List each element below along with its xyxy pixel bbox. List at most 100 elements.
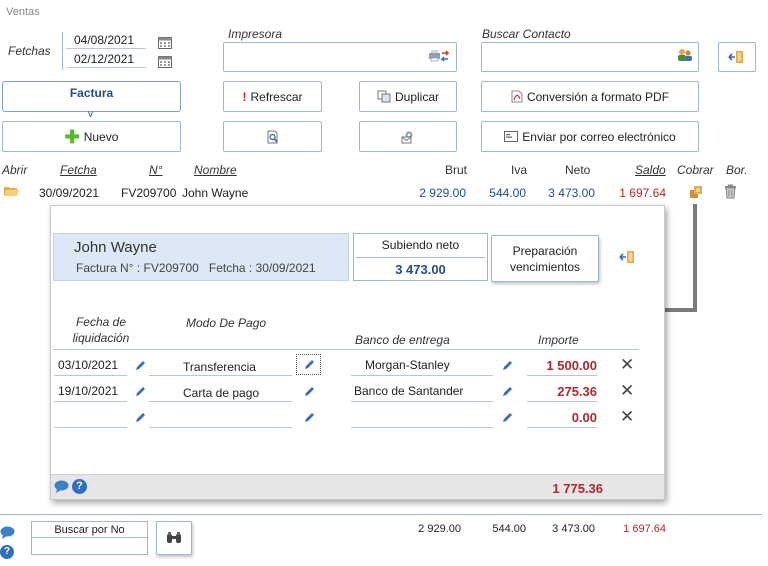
edit-pencil-icon[interactable] xyxy=(134,412,146,424)
delete-row-icon[interactable]: ✕ xyxy=(620,356,634,373)
panel-footer: ? 1 775.36 xyxy=(51,474,664,499)
col-saldo[interactable]: Saldo xyxy=(635,163,666,177)
new-button[interactable]: ✚ Nuevo xyxy=(2,121,181,152)
col-delete: Bor. xyxy=(726,163,748,177)
edit-pencil-icon[interactable] xyxy=(303,386,315,398)
schedule-row: 19/10/2021 Carta de pago Banco de Santan… xyxy=(51,378,666,404)
subtotal-value: 3 473.00 xyxy=(395,262,446,277)
contacts-icon[interactable] xyxy=(677,48,693,62)
exit-button[interactable] xyxy=(718,42,756,72)
schedule-mode-input[interactable]: Transferencia xyxy=(149,352,292,376)
date-from-value: 04/08/2021 xyxy=(74,33,135,47)
edit-pencil-icon[interactable] xyxy=(134,386,146,398)
email-button[interactable]: Enviar por correo electrónico xyxy=(481,121,699,152)
duplicate-icon xyxy=(377,90,391,103)
col-number[interactable]: N° xyxy=(149,163,162,177)
pdf-convert-button[interactable]: Conversión a formato PDF xyxy=(481,81,699,112)
row-name: John Wayne xyxy=(182,186,249,200)
schedule-amount-value: 275.36 xyxy=(557,384,597,399)
printer-swap-icon[interactable] xyxy=(428,49,450,63)
schedule-row: 0.00 ✕ xyxy=(51,404,666,430)
pdf-icon xyxy=(511,90,523,103)
edit-pencil-icon[interactable] xyxy=(303,412,315,424)
edit-pencil-icon xyxy=(305,360,314,369)
col-brut: Brut xyxy=(445,163,468,177)
refresh-button[interactable]: ! Refrescar xyxy=(223,81,322,112)
doc-type-select[interactable]: Factura xyxy=(2,81,181,112)
header-divider xyxy=(53,349,639,350)
schedule-mode-input[interactable] xyxy=(149,404,292,428)
schedule-amount-input[interactable]: 1 500.00 xyxy=(527,352,597,376)
edit-pencil-icon[interactable] xyxy=(501,412,513,424)
schedule-bank-value: Morgan-Stanley xyxy=(365,358,450,372)
delete-row-icon[interactable]: ✕ xyxy=(620,408,634,425)
panel-col-bank: Banco de entrega xyxy=(355,333,450,347)
gear-envelope-icon xyxy=(401,131,413,143)
schedule-mode-input[interactable]: Carta de pago xyxy=(149,378,292,402)
doc-type-chevron-icon[interactable]: v xyxy=(88,109,93,120)
date-to-input[interactable]: 02/12/2021 xyxy=(66,52,146,68)
schedule-mode-value: Transferencia xyxy=(183,360,256,374)
help-icon[interactable]: ? xyxy=(72,479,87,494)
contact-search-input[interactable] xyxy=(481,42,699,72)
edit-pencil-icon[interactable] xyxy=(501,386,513,398)
search-by-number-input[interactable] xyxy=(32,538,147,554)
col-open: Abrir xyxy=(2,163,28,177)
col-date[interactable]: Fetcha xyxy=(60,163,97,177)
print-preview-button[interactable] xyxy=(223,121,322,152)
panel-invoice-line: Factura N° : FV209700 Fetcha : 30/09/202… xyxy=(76,261,316,275)
collect-coins-icon[interactable] xyxy=(688,184,704,199)
panel-exit-icon[interactable] xyxy=(619,250,637,264)
printer-input[interactable] xyxy=(223,42,457,72)
prepare-schedule-button[interactable]: Preparación vencimientos xyxy=(491,235,599,282)
schedule-amount-input[interactable]: 0.00 xyxy=(527,404,597,428)
printer-label: Impresora xyxy=(228,27,283,41)
date-from-input[interactable]: 04/08/2021 xyxy=(66,33,146,49)
delete-row-icon[interactable]: ✕ xyxy=(620,382,634,399)
panel-customer-header: John Wayne Factura N° : FV209700 Fetcha … xyxy=(53,233,349,281)
trash-icon[interactable] xyxy=(724,184,737,199)
footer-brut: 2 929.00 xyxy=(418,523,461,535)
schedule-date-value: 03/10/2021 xyxy=(58,358,119,372)
date-to-value: 02/12/2021 xyxy=(74,52,135,66)
chat-bubble-icon[interactable] xyxy=(54,480,69,493)
col-collect: Cobrar xyxy=(677,163,714,177)
schedule-mode-value: Carta de pago xyxy=(183,386,260,400)
schedule-amount-value: 1 500.00 xyxy=(546,358,597,373)
search-binoculars-button[interactable] xyxy=(156,521,192,555)
table-row[interactable]: 30/09/2021 FV209700 John Wayne 2 929.00 … xyxy=(0,181,768,203)
payment-schedule-panel: John Wayne Factura N° : FV209700 Fetcha … xyxy=(50,205,665,500)
duplicate-button[interactable]: Duplicar xyxy=(359,81,457,112)
schedule-date-input[interactable]: 19/10/2021 xyxy=(54,378,127,402)
panel-total: 1 775.36 xyxy=(552,481,603,496)
panel-col-amount: Importe xyxy=(538,333,579,347)
col-name[interactable]: Nombre xyxy=(194,163,237,177)
schedule-bank-input[interactable]: Morgan-Stanley xyxy=(351,352,493,376)
footer-neto: 3 473.00 xyxy=(552,523,595,535)
subtotal-divider xyxy=(356,257,485,258)
panel-col-mode: Modo De Pago xyxy=(186,316,267,330)
settings-button[interactable] xyxy=(359,121,457,152)
schedule-amount-input[interactable]: 275.36 xyxy=(527,378,597,402)
help-icon[interactable]: ? xyxy=(0,545,14,559)
date-range-bar xyxy=(62,32,63,70)
edit-pencil-icon[interactable] xyxy=(501,360,513,372)
email-label: Enviar por correo electrónico xyxy=(522,129,676,144)
folder-open-icon[interactable] xyxy=(3,185,19,197)
refresh-label: Refrescar xyxy=(250,89,303,104)
search-by-number-box: Buscar por No xyxy=(31,521,148,555)
schedule-row: 03/10/2021 Transferencia Morgan-Stanley … xyxy=(51,352,666,378)
chat-bubble-icon[interactable] xyxy=(0,526,15,539)
schedule-date-input[interactable] xyxy=(54,404,127,428)
footer-saldo: 1 697.64 xyxy=(623,523,666,535)
schedule-bank-input[interactable] xyxy=(351,404,493,428)
window-title: Ventas xyxy=(6,6,40,18)
calendar-icon[interactable] xyxy=(158,55,172,68)
edit-pencil-icon[interactable] xyxy=(134,360,146,372)
row-iva: 544.00 xyxy=(489,186,526,200)
schedule-date-input[interactable]: 03/10/2021 xyxy=(54,352,127,376)
calendar-icon[interactable] xyxy=(158,36,172,49)
pdf-label: Conversión a formato PDF xyxy=(526,89,670,104)
doc-type-value: Factura xyxy=(69,86,114,100)
schedule-bank-input[interactable]: Banco de Santander xyxy=(351,378,493,402)
